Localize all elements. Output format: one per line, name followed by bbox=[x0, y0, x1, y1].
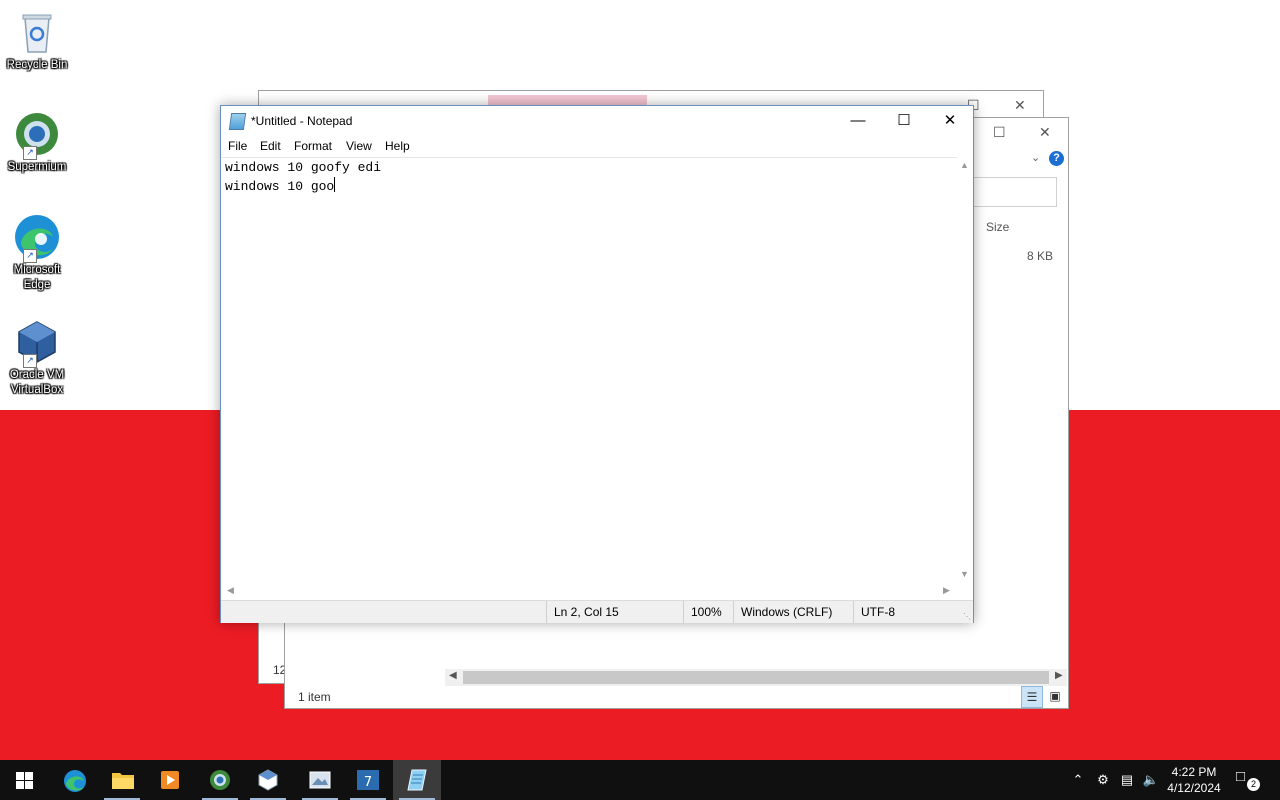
desktop-icon-supermium[interactable]: ↗ Supermium bbox=[2, 110, 72, 175]
network-icon[interactable]: ▤ bbox=[1118, 771, 1136, 789]
status-item-count: 1 item bbox=[298, 690, 331, 704]
scroll-left-icon[interactable]: ◀ bbox=[449, 670, 457, 681]
close-icon[interactable]: ✕ bbox=[1014, 97, 1026, 114]
text-editor[interactable]: windows 10 goofy edi windows 10 goo bbox=[221, 157, 957, 584]
taskbar-virtualbox[interactable] bbox=[244, 760, 292, 800]
desktop-icon-recycle-bin[interactable]: Recycle Bin bbox=[2, 8, 72, 73]
notepad-window[interactable]: *Untitled - Notepad — ☐ ✕ File Edit Form… bbox=[220, 105, 974, 623]
clock-time: 4:22 PM bbox=[1171, 765, 1217, 779]
menu-bar: File Edit Format View Help bbox=[221, 137, 973, 157]
minimize-button[interactable]: — bbox=[835, 106, 881, 136]
scroll-right-icon[interactable]: ▶ bbox=[1055, 670, 1063, 681]
supermium-icon bbox=[210, 770, 230, 790]
image-viewer-icon bbox=[309, 771, 331, 789]
taskbar-file-explorer[interactable] bbox=[98, 760, 146, 800]
start-button[interactable] bbox=[0, 760, 48, 800]
taskbar-notepad[interactable] bbox=[393, 760, 441, 800]
recycle-bin-icon bbox=[13, 8, 61, 56]
taskbar-supermium[interactable] bbox=[196, 760, 244, 800]
supermium-icon: ↗ bbox=[13, 110, 61, 160]
status-line-ending: Windows (CRLF) bbox=[733, 601, 853, 623]
desktop-icon-label: Microsoft Edge bbox=[13, 264, 61, 291]
text-caret bbox=[334, 177, 336, 192]
taskbar-app-7[interactable]: 7 bbox=[344, 760, 392, 800]
chevron-up-icon[interactable]: ⌃ bbox=[1069, 771, 1087, 789]
edge-icon bbox=[64, 770, 86, 792]
windows-logo-icon bbox=[16, 772, 33, 789]
notification-center-button[interactable]: □ 2 bbox=[1236, 768, 1262, 792]
status-encoding: UTF-8 bbox=[853, 601, 961, 623]
scroll-left-icon[interactable]: ◀ bbox=[227, 585, 234, 596]
meet-now-icon[interactable]: ⚙ bbox=[1094, 771, 1112, 789]
desktop-icon-virtualbox[interactable]: ↗ Oracle VM VirtualBox bbox=[2, 318, 72, 398]
resize-grip-icon[interactable]: ⋱ bbox=[963, 612, 971, 621]
text-line-1: windows 10 goofy edi bbox=[225, 160, 382, 175]
scroll-down-icon[interactable]: ▼ bbox=[960, 569, 969, 579]
menu-edit[interactable]: Edit bbox=[260, 139, 281, 153]
scroll-right-icon[interactable]: ▶ bbox=[943, 585, 950, 596]
folder-icon bbox=[112, 773, 134, 789]
text-line-2: windows 10 goo bbox=[225, 179, 335, 194]
close-button[interactable]: ✕ bbox=[927, 106, 973, 136]
maximize-icon[interactable]: ☐ bbox=[993, 124, 1006, 141]
notepad-titlebar[interactable]: *Untitled - Notepad — ☐ ✕ bbox=[221, 106, 973, 137]
search-box[interactable] bbox=[973, 177, 1057, 207]
scroll-up-icon[interactable]: ▲ bbox=[960, 160, 969, 170]
menu-file[interactable]: File bbox=[228, 139, 247, 153]
taskbar-media-player[interactable] bbox=[146, 760, 194, 800]
status-cursor-position: Ln 2, Col 15 bbox=[546, 601, 679, 623]
virtualbox-icon bbox=[258, 769, 278, 791]
svg-text:7: 7 bbox=[364, 775, 372, 790]
app-seven-icon: 7 bbox=[357, 770, 379, 790]
menu-format[interactable]: Format bbox=[294, 139, 332, 153]
notepad-icon bbox=[228, 113, 247, 130]
horizontal-scrollbar[interactable]: ◀ ▶ bbox=[445, 669, 1067, 686]
vertical-scrollbar[interactable]: ▲ ▼ bbox=[957, 157, 973, 583]
status-bar: Ln 2, Col 15 100% Windows (CRLF) UTF-8 ⋱ bbox=[221, 600, 973, 623]
clock-date: 4/12/2024 bbox=[1167, 781, 1221, 795]
details-view-icon[interactable]: ☰ bbox=[1021, 686, 1043, 708]
taskbar-image-app[interactable] bbox=[296, 760, 344, 800]
notepad-icon bbox=[407, 769, 427, 791]
column-header-size[interactable]: Size bbox=[973, 218, 1072, 236]
notification-icon: □ bbox=[1236, 768, 1246, 785]
system-clock[interactable]: 4:22 PM 4/12/2024 bbox=[1160, 764, 1228, 796]
horizontal-scrollbar[interactable]: ◀ ▶ bbox=[221, 583, 957, 600]
menu-view[interactable]: View bbox=[346, 139, 372, 153]
edge-icon: ↗ bbox=[13, 213, 61, 263]
desktop-icon-label: Supermium bbox=[7, 161, 67, 173]
shortcut-arrow-icon: ↗ bbox=[23, 249, 37, 263]
maximize-button[interactable]: ☐ bbox=[881, 106, 927, 136]
scroll-thumb[interactable] bbox=[463, 671, 1049, 684]
shortcut-arrow-icon: ↗ bbox=[23, 354, 37, 368]
notification-count-badge: 2 bbox=[1247, 778, 1260, 791]
virtualbox-icon: ↗ bbox=[13, 318, 61, 368]
close-icon[interactable]: ✕ bbox=[1039, 124, 1051, 141]
taskbar-edge[interactable] bbox=[50, 760, 98, 800]
status-zoom: 100% bbox=[683, 601, 734, 623]
window-title: *Untitled - Notepad bbox=[251, 114, 353, 128]
taskbar: 7 ⌃ ⚙ ▤ 🔈 4:22 PM 4/12/2024 □ 2 bbox=[0, 760, 1280, 800]
help-icon[interactable]: ? bbox=[1049, 151, 1064, 166]
desktop-icon-label: Recycle Bin bbox=[6, 59, 68, 71]
desktop-icon-label: Oracle VM VirtualBox bbox=[9, 369, 65, 396]
chevron-down-icon[interactable]: ⌄ bbox=[1031, 151, 1040, 164]
menu-help[interactable]: Help bbox=[385, 139, 410, 153]
volume-icon[interactable]: 🔈 bbox=[1142, 771, 1160, 789]
file-size-cell: 8 KB bbox=[1026, 249, 1053, 263]
large-icons-view-icon[interactable]: ▣ bbox=[1045, 686, 1065, 706]
desktop-icon-microsoft-edge[interactable]: ↗ Microsoft Edge bbox=[2, 213, 72, 293]
shortcut-arrow-icon: ↗ bbox=[23, 146, 37, 160]
media-player-icon bbox=[161, 771, 179, 789]
